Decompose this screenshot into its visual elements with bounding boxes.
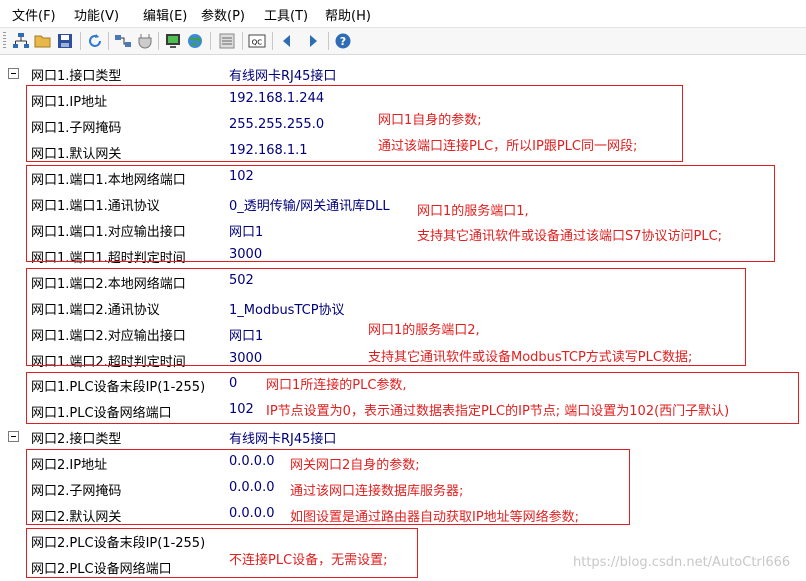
note-service2-line2: 支持其它通讯软件或设备ModbusTCP方式读写PLC数据; [368,350,693,365]
menu-bar: 文件(F) 功能(V) 编辑(E) 参数(P) 工具(T) 帮助(H) [0,0,806,28]
arrow-right-icon[interactable] [304,32,322,50]
list-icon[interactable] [218,32,236,50]
note-plc-line1: 网口1所连接的PLC参数, [266,378,407,393]
menu-file[interactable]: 文件(F) [12,5,56,24]
qc-icon[interactable]: QC [248,32,266,50]
connect-icon[interactable] [114,32,132,50]
globe-icon[interactable] [186,32,204,50]
toolbar-separator [80,32,81,50]
toolbar-separator [158,32,159,50]
row-label-port2-interface-type[interactable]: 网口2.接口类型 [31,428,121,447]
toolbar-separator [272,32,273,50]
collapse-icon[interactable] [8,68,19,79]
network-tree-icon[interactable] [12,32,30,50]
note-port1-self-line2: 通过该端口连接PLC，所以IP跟PLC同一网段; [378,139,638,154]
row-value-port2-interface-type[interactable]: 有线网卡RJ45接口 [229,428,336,447]
note-service1-line1: 网口1的服务端口1, [417,204,529,219]
svg-text:?: ? [340,35,346,48]
help-icon[interactable]: ? [334,32,352,50]
collapse-icon[interactable] [8,431,19,442]
watermark-text: https://blog.csdn.net/AutoCtrl666 [573,555,791,570]
note-port2-self-line2: 通过该网口连接数据库服务器; [290,484,464,499]
note-port2-self-line1: 网关网口2自身的参数; [290,458,420,473]
note-service1-line2: 支持其它通讯软件或设备通过该端口S7协议访问PLC; [417,229,723,244]
toolbar-separator [242,32,243,50]
row-value-port1-interface-type[interactable]: 有线网卡RJ45接口 [229,65,336,84]
toolbar-separator [328,32,329,50]
note-port2-plc: 不连接PLC设备，无需设置; [229,553,388,568]
note-port1-self-line1: 网口1自身的参数; [378,113,482,128]
menu-params[interactable]: 参数(P) [201,5,245,24]
toolbar-grip[interactable] [3,32,6,50]
menu-help[interactable]: 帮助(H) [325,5,371,24]
toolbar: QC ? [0,28,806,55]
monitor-icon[interactable] [164,32,182,50]
arrow-left-icon[interactable] [278,32,296,50]
open-folder-icon[interactable] [34,32,52,50]
refresh-icon[interactable] [86,32,104,50]
toolbar-separator [210,32,211,50]
property-tree: 网口1.接口类型 网口1.IP地址 网口1.子网掩码 网口1.默认网关 网口1.… [0,58,806,581]
menu-function[interactable]: 功能(V) [74,5,119,24]
svg-text:QC: QC [252,39,263,47]
menu-edit[interactable]: 编辑(E) [143,5,187,24]
annotation-box-port1-service1 [26,165,775,262]
menu-tools[interactable]: 工具(T) [264,5,308,24]
toolbar-separator [108,32,109,50]
note-service2-line1: 网口1的服务端口2, [368,323,480,338]
row-label-port1-interface-type[interactable]: 网口1.接口类型 [31,65,121,84]
note-plc-line2: IP节点设置为0，表示通过数据表指定PLC的IP节点; 端口设置为102(西门子… [266,404,730,419]
save-disk-icon[interactable] [56,32,74,50]
plug-icon[interactable] [136,32,154,50]
note-port2-self-line3: 如图设置是通过路由器自动获取IP地址等网络参数; [290,510,580,525]
